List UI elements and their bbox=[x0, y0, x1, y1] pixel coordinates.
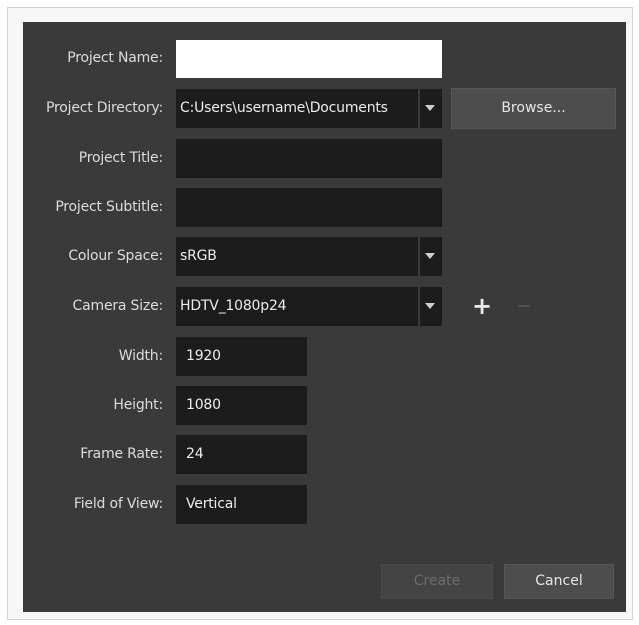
project-title-input[interactable] bbox=[176, 139, 442, 178]
create-button[interactable]: Create bbox=[381, 564, 493, 599]
project-name-input[interactable] bbox=[176, 40, 442, 78]
camera-size-select[interactable]: HDTV_1080p24 bbox=[176, 287, 418, 326]
dropdown-arrow-icon bbox=[425, 253, 435, 259]
height-input[interactable]: 1080 bbox=[176, 386, 307, 425]
project-directory-label: Project Directory: bbox=[46, 100, 163, 116]
camera-size-dropdown-button[interactable] bbox=[418, 287, 442, 326]
frame-rate-label: Frame Rate: bbox=[80, 446, 163, 462]
cancel-button[interactable]: Cancel bbox=[504, 564, 614, 599]
project-name-label: Project Name: bbox=[67, 50, 163, 66]
colour-space-dropdown-button[interactable] bbox=[418, 237, 442, 276]
camera-size-label: Camera Size: bbox=[72, 298, 164, 314]
browse-button[interactable]: Browse... bbox=[451, 88, 616, 129]
plus-icon[interactable]: + bbox=[472, 294, 492, 318]
project-subtitle-input[interactable] bbox=[176, 188, 442, 227]
width-input[interactable]: 1920 bbox=[176, 337, 307, 376]
frame-rate-input[interactable]: 24 bbox=[176, 435, 307, 474]
project-subtitle-label: Project Subtitle: bbox=[55, 199, 163, 215]
dropdown-arrow-icon bbox=[425, 303, 435, 309]
minus-icon[interactable] bbox=[518, 305, 530, 307]
dropdown-arrow-icon bbox=[425, 105, 435, 111]
colour-space-select[interactable]: sRGB bbox=[176, 237, 418, 276]
new-project-dialog: Project Name: Project Directory: C:Users… bbox=[23, 22, 626, 612]
project-title-label: Project Title: bbox=[78, 150, 163, 166]
field-of-view-input[interactable]: Vertical bbox=[176, 485, 307, 524]
height-label: Height: bbox=[113, 397, 163, 413]
project-directory-combo[interactable]: C:Users\username\Documents bbox=[176, 89, 418, 128]
width-label: Width: bbox=[118, 348, 163, 364]
colour-space-label: Colour Space: bbox=[68, 248, 163, 264]
field-of-view-label: Field of View: bbox=[73, 496, 163, 512]
project-directory-dropdown-button[interactable] bbox=[418, 89, 442, 128]
